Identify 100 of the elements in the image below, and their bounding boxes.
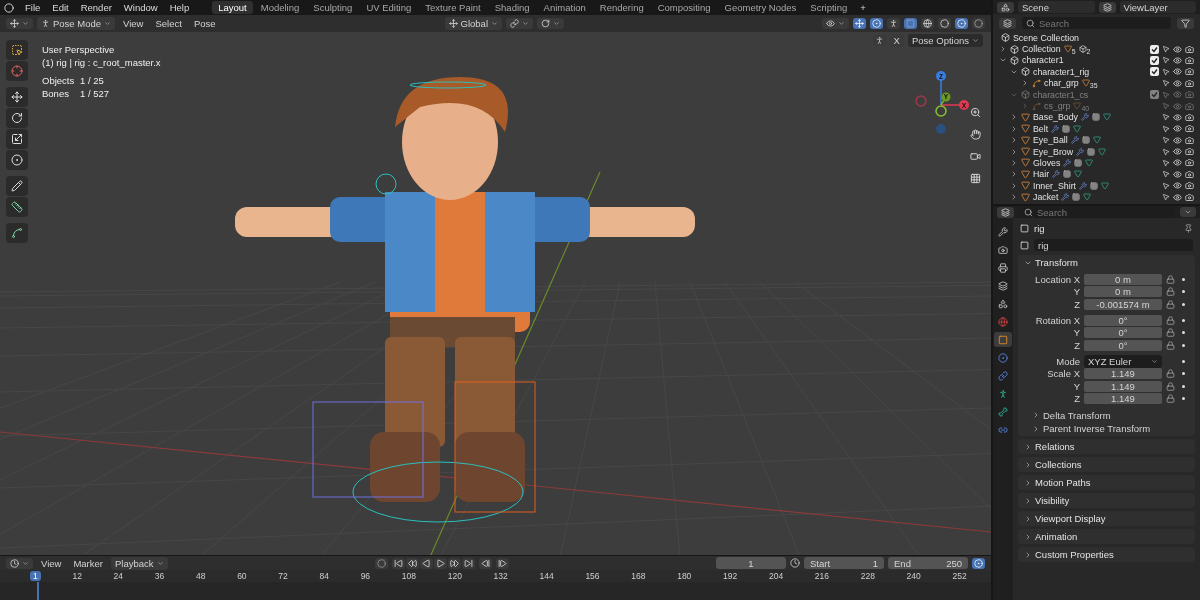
workspace-tab[interactable]: Layout (212, 1, 253, 14)
frame-tick: 144 (539, 571, 554, 581)
pose-options-dropdown[interactable]: Pose Options (907, 34, 983, 47)
workspace-tab[interactable]: Animation (537, 1, 592, 14)
stat-value: 1 / 527 (80, 88, 111, 99)
panel-header[interactable]: Animation (1018, 530, 1195, 543)
menu-item[interactable]: Window (118, 2, 163, 13)
menu-item[interactable]: Select (151, 17, 186, 30)
object-name: rig (1034, 222, 1045, 234)
frame-tick: 108 (401, 571, 416, 581)
menu-item[interactable]: View (37, 556, 66, 570)
frame-tick: 180 (677, 571, 692, 581)
mode-dropdown[interactable]: Pose Mode (37, 17, 116, 30)
subpanel-header[interactable]: Parent Inverse Transform (1018, 422, 1195, 435)
outliner-row[interactable]: Base_Body (993, 111, 1200, 124)
workspace-tab[interactable]: Texture Paint (419, 1, 487, 14)
frame-tick: 228 (860, 571, 875, 581)
property-label: Location X (1034, 273, 1080, 285)
outliner-row[interactable]: character1 (993, 54, 1200, 67)
number-field[interactable]: 1.149 (1084, 368, 1162, 379)
outliner-row[interactable]: Eye_Ball (993, 134, 1200, 146)
outliner-item-name[interactable]: Inner_Shirt (1033, 180, 1077, 191)
view-layer-field[interactable]: ViewLayer (1119, 1, 1196, 13)
frame-tick: 12 (72, 571, 82, 581)
number-field[interactable]: 0° (1084, 314, 1162, 326)
outliner-row[interactable]: Gloves (993, 157, 1200, 169)
property-label: Y (1072, 327, 1080, 338)
stat-label: Objects (42, 75, 76, 86)
outliner-item-name[interactable]: Belt (1033, 123, 1049, 134)
number-field[interactable]: 1.149 (1084, 393, 1162, 404)
outliner-item-name[interactable]: Gloves (1033, 158, 1061, 168)
outliner-item-name[interactable]: Scene Collection (1013, 32, 1079, 43)
number-field[interactable]: 0° (1084, 327, 1162, 338)
outliner-row[interactable]: Jacket (993, 191, 1200, 203)
outliner-item-name[interactable]: Jacket (1033, 192, 1059, 203)
number-field[interactable]: 0° (1084, 339, 1162, 351)
subpanel-header[interactable]: Delta Transform (1018, 408, 1195, 422)
panel-header[interactable]: Transform (1018, 256, 1195, 269)
outliner-item-name[interactable]: Eye_Ball (1033, 135, 1068, 146)
frame-tick: 216 (814, 571, 829, 581)
panel-header[interactable]: Custom Properties (1018, 548, 1195, 561)
playback-dropdown[interactable]: Playback (111, 556, 168, 570)
frame-tick: 132 (493, 571, 508, 581)
frame-tick: 156 (585, 571, 600, 581)
current-frame-field[interactable]: 1 (716, 557, 786, 569)
outliner-item-name[interactable]: Collection (1022, 44, 1061, 55)
frame-tick: 192 (723, 571, 738, 581)
menu-item[interactable]: File (20, 2, 46, 13)
object-name-field[interactable]: rig (1034, 239, 1193, 251)
scene-field[interactable]: Scene (1018, 1, 1095, 13)
workspace-tab[interactable]: Rendering (593, 1, 650, 14)
menu-item[interactable]: Render (75, 2, 117, 13)
number-field[interactable]: 0 m (1084, 273, 1162, 285)
x-mirror-button[interactable]: X (889, 34, 904, 47)
outliner-item-name[interactable]: Eye_Brow (1033, 146, 1074, 157)
add-workspace-button[interactable]: + (855, 2, 871, 13)
outliner-row[interactable]: Eye_Brow (993, 145, 1200, 158)
frame-tick: 24 (113, 571, 124, 581)
panel-header[interactable]: Motion Paths (1018, 476, 1195, 489)
search-field[interactable]: Search (1022, 17, 1171, 29)
workspace-tab[interactable]: Compositing (651, 1, 717, 14)
number-field[interactable]: 0 m (1084, 286, 1162, 297)
frame-tick: 252 (952, 571, 967, 581)
frame-tick: 204 (768, 571, 784, 581)
frame-tick: 96 (360, 571, 371, 581)
active-object-label: (1) rig | rig : c_root_master.x (42, 57, 161, 68)
workspace-tab[interactable]: Scripting (804, 1, 854, 14)
outliner-item-name[interactable]: Base_Body (1033, 112, 1078, 123)
menu-item[interactable]: Marker (69, 556, 107, 570)
outliner-row[interactable]: Scene Collection (993, 32, 1200, 44)
workspace-tab[interactable]: UV Editing (360, 1, 418, 14)
outliner-item-name[interactable]: character1_rig (1033, 66, 1090, 77)
workspace-tab[interactable]: Geometry Nodes (718, 1, 803, 14)
workspace-tab[interactable]: Sculpting (307, 1, 359, 14)
end-frame-field[interactable]: End 250 (888, 557, 968, 569)
workspace-tab[interactable]: Modeling (254, 1, 306, 14)
menu-item[interactable]: View (119, 17, 148, 30)
outliner-item-name[interactable]: character1 (1022, 55, 1064, 66)
number-field[interactable]: 1.149 (1084, 380, 1162, 392)
menu-item[interactable]: Help (164, 2, 195, 13)
rotation-mode-dropdown[interactable]: XYZ Euler (1084, 355, 1162, 368)
frame-tick: 84 (319, 571, 329, 581)
outliner-row[interactable]: character1_rig (993, 66, 1200, 78)
panel-header[interactable]: Relations (1018, 440, 1195, 453)
workspace-tab[interactable]: Shading (488, 1, 536, 14)
menu-item[interactable]: Edit (47, 2, 74, 13)
panel-header[interactable]: Viewport Display (1018, 512, 1195, 525)
current-frame-marker[interactable]: 1 (30, 571, 41, 581)
panel-header[interactable]: Collections (1018, 458, 1195, 471)
orientation-dropdown[interactable]: Global (444, 17, 502, 30)
number-field[interactable]: -0.001574 m (1084, 298, 1162, 310)
outliner-row[interactable]: Inner_Shirt (993, 180, 1200, 192)
outliner-item-name[interactable]: char_grp (1044, 78, 1079, 89)
property-label: Scale X (1046, 368, 1080, 379)
start-frame-field[interactable]: Start 1 (804, 557, 884, 569)
outliner-item-name[interactable]: Hair (1033, 169, 1050, 180)
menu-item[interactable]: Pose (189, 17, 220, 30)
outliner-row[interactable]: Hair (993, 168, 1200, 181)
outliner-row[interactable]: Belt (993, 123, 1200, 135)
panel-header[interactable]: Visibility (1018, 494, 1195, 507)
